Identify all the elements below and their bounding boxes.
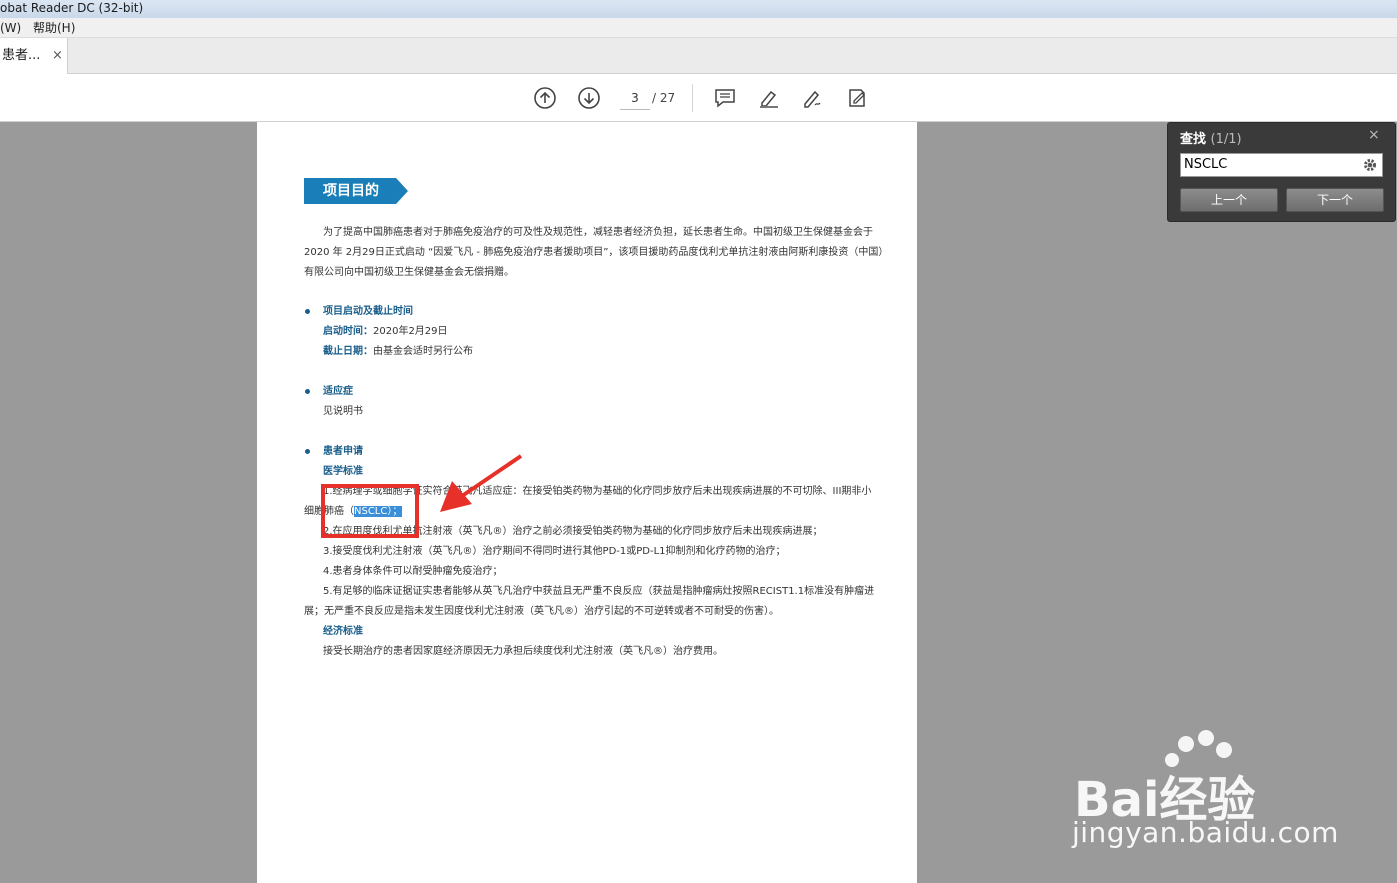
economic-criteria-body: 接受长期治疗的患者因家庭经济原因无力承担后续度伐利尤注射液（英飞凡®）治疗费用。 [323,646,723,657]
bullet-dot [305,449,310,454]
next-page-icon[interactable] [577,86,601,110]
medical-criteria-title: 医学标准 [323,466,363,477]
start-time: 启动时间：2020年2月29日 [323,326,448,337]
find-close-icon[interactable]: × [1368,127,1380,143]
watermark-url: jingyan.baidu.com [1072,816,1339,849]
menu-bar: (W) 帮助(H) [0,18,1397,38]
section-heading: 项目目的 [304,178,408,204]
find-input[interactable]: NSCLC [1180,153,1383,177]
tab-bar: 患者... × [0,38,1397,75]
bullet-dot [305,309,310,314]
toolbar-divider [692,84,693,112]
intro-line-3: 有限公司向中国初级卫生保健基金会无偿捐赠。 [304,267,514,278]
edit-pdf-icon[interactable] [845,86,869,110]
section-heading-text: 项目目的 [323,183,379,199]
find-next-button[interactable]: 下一个 [1286,188,1384,212]
window-title: obat Reader DC (32-bit) [0,1,144,15]
section2-title: 适应症 [323,386,353,397]
criteria-line-4: 4.患者身体条件可以耐受肿瘤免疫治疗； [323,566,503,577]
intro-line-1: 为了提高中国肺癌患者对于肺癌免疫治疗的可及性及规范性，减轻患者经济负担，延长患者… [323,227,873,238]
section3-title: 患者申请 [323,446,363,457]
page-number-input[interactable]: 3 [620,86,650,110]
comment-icon[interactable] [713,86,737,110]
tab-close-icon[interactable]: × [52,38,63,74]
find-title: 查找 (1/1) [1180,132,1242,147]
end-date: 截止日期：由基金会适时另行公布 [323,346,473,357]
menu-item-help[interactable]: 帮助(H) [33,18,75,38]
gear-icon[interactable] [1361,156,1379,174]
criteria-line-5b: 展；无严重不良反应是指未发生因度伐利尤注射液（英飞凡®）治疗引起的不可逆转或者不… [304,606,779,617]
document-tab[interactable]: 患者... × [0,38,68,75]
previous-page-icon[interactable] [533,86,557,110]
menu-item-window[interactable]: (W) [0,18,21,38]
intro-line-2: 2020 年 2月29日正式启动 “因爱飞凡 - 肺癌免疫治疗患者援助项目”，该… [304,247,889,258]
sign-icon[interactable] [801,86,825,110]
section2-body: 见说明书 [323,406,363,417]
bullet-dot [305,389,310,394]
document-tab-label: 患者... [2,48,41,63]
find-count: (1/1) [1210,132,1242,147]
toolbar: 3 / 27 [0,74,1397,122]
economic-criteria-title: 经济标准 [323,626,363,637]
window-titlebar: obat Reader DC (32-bit) [0,0,1397,18]
annotation-box [321,484,419,538]
section1-title: 项目启动及截止时间 [323,306,413,317]
page-total: / 27 [652,91,676,105]
find-previous-button[interactable]: 上一个 [1180,188,1278,212]
highlight-icon[interactable] [757,86,781,110]
criteria-line-5: 5.有足够的临床证据证实患者能够从英飞凡治疗中获益且无严重不良反应（获益是指肿瘤… [323,586,875,597]
criteria-line-3: 3.接受度伐利尤注射液（英飞凡®）治疗期间不得同时进行其他PD-1或PD-L1抑… [323,546,786,557]
find-panel: 查找 (1/1) × NSCLC 上一个 下一个 [1167,122,1396,222]
